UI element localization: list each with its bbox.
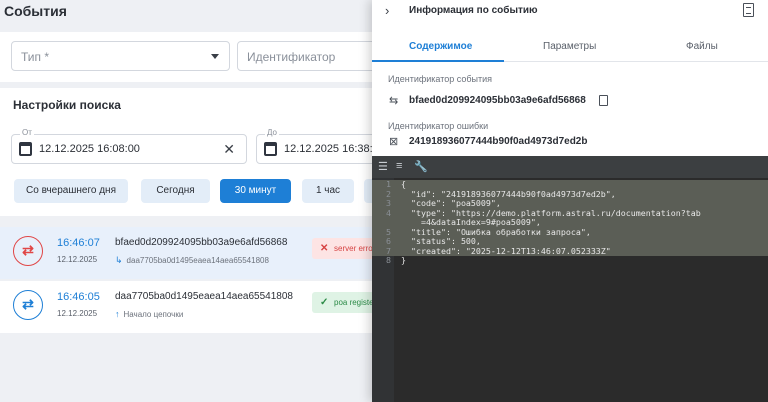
- drawer-tabs: Содержимое Параметры Файлы: [372, 34, 768, 62]
- date-from-value: 12.12.2025 16:08:00: [39, 143, 140, 155]
- date-from-label: От: [20, 128, 34, 137]
- wrench-icon[interactable]: 🔧: [414, 160, 428, 173]
- since-yesterday-button[interactable]: Со вчерашнего дня: [14, 179, 128, 203]
- events-page: События Тип * Идентификатор Настройки по…: [0, 0, 372, 402]
- drawer-header: › Информация по событию: [372, 0, 768, 24]
- identifier-placeholder: Идентификатор: [247, 50, 336, 64]
- type-placeholder: Тип *: [21, 50, 50, 64]
- more-range-button[interactable]: [364, 179, 372, 203]
- error-screen-icon: ⊠: [389, 136, 399, 148]
- error-x-icon: ✕: [320, 243, 329, 254]
- error-id-value: 241918936077444b90f0ad4973d7ed2b: [409, 136, 588, 147]
- event-time: 16:46:07: [57, 237, 100, 249]
- type-select[interactable]: Тип *: [11, 41, 230, 71]
- chain-start-label: Начало цепочки: [123, 310, 184, 319]
- line-text: }: [401, 255, 406, 265]
- search-settings: Настройки поиска От 12.12.2025 16:08:00 …: [0, 88, 372, 216]
- copy-icon[interactable]: [599, 95, 608, 106]
- exchange-icon: ⇄: [13, 290, 43, 320]
- return-arrow-icon: ↳: [115, 255, 123, 265]
- status-badge: ✕ server error: [312, 238, 372, 259]
- document-icon[interactable]: [743, 3, 754, 17]
- drawer-title: Информация по событию: [409, 5, 538, 16]
- line-number: 4: [386, 207, 391, 218]
- event-id: daa7705ba0d1495eaea14aea65541808: [115, 291, 293, 302]
- tab-content[interactable]: Содержимое: [409, 41, 472, 52]
- error-id-label: Идентификатор ошибки: [388, 121, 489, 131]
- clear-icon[interactable]: ✕: [223, 141, 235, 158]
- exchange-icon: ⇄: [13, 236, 43, 266]
- event-id-label: Идентификатор события: [388, 74, 493, 84]
- event-row[interactable]: ⇄ 16:46:05 12.12.2025 daa7705ba0d1495eae…: [0, 281, 372, 333]
- event-parent-id[interactable]: daa7705ba0d1495eaea14aea65541808: [127, 256, 269, 265]
- check-icon: ✓: [320, 297, 329, 308]
- arrow-up-icon: ↑: [115, 309, 120, 319]
- line-number: 8: [386, 255, 391, 265]
- editor-toolbar: ☰ ≡ 🔧: [372, 156, 768, 178]
- search-settings-title: Настройки поиска: [13, 98, 121, 112]
- compact-icon[interactable]: ≡: [396, 160, 402, 172]
- calendar-icon[interactable]: [19, 142, 32, 156]
- status-badge-text: poa registered: [334, 298, 372, 307]
- event-date: 12.12.2025: [57, 255, 98, 264]
- code-line: 7 "created": "2025-12-12T13:46:07.052333…: [372, 245, 768, 256]
- event-time: 16:46:05: [57, 291, 100, 303]
- filters-bar: Тип * Идентификатор: [0, 32, 372, 82]
- active-tab-underline: [372, 60, 504, 62]
- date-to-value: 12.12.2025 16:38:0: [284, 143, 372, 155]
- date-from-field[interactable]: От 12.12.2025 16:08:00 ✕: [11, 128, 247, 164]
- event-parent: ↳ daa7705ba0d1495eaea14aea65541808: [115, 255, 269, 266]
- 1-hour-button[interactable]: 1 час: [302, 179, 354, 203]
- page-title: События: [4, 3, 67, 19]
- format-icon[interactable]: ☰: [378, 160, 388, 173]
- tab-files[interactable]: Файлы: [686, 41, 718, 52]
- event-id: bfaed0d209924095bb03a9e6afd56868: [115, 237, 288, 248]
- code-line: 8}: [372, 255, 768, 266]
- date-to-field[interactable]: До 12.12.2025 16:38:0: [256, 128, 372, 164]
- event-parent: ↑ Начало цепочки: [115, 309, 183, 319]
- 30-minutes-button[interactable]: 30 минут: [220, 179, 291, 203]
- identifier-input[interactable]: Идентификатор: [237, 41, 372, 71]
- tab-parameters[interactable]: Параметры: [543, 41, 596, 52]
- event-id-value: bfaed0d209924095bb03a9e6afd56868: [409, 95, 586, 106]
- date-to-label: До: [265, 128, 279, 137]
- event-info-drawer: › Информация по событию Содержимое Парам…: [372, 0, 768, 402]
- status-badge-text: server error: [334, 244, 372, 253]
- link-icon: ⇆: [389, 95, 399, 107]
- code-content: 1{2 "id": "241918936077444b90f0ad4973d7e…: [372, 179, 768, 266]
- line-text: "created": "2025-12-12T13:46:07.052333Z": [401, 245, 611, 256]
- event-row[interactable]: ⇄ 16:46:07 12.12.2025 bfaed0d209924095bb…: [0, 227, 372, 279]
- event-date: 12.12.2025: [57, 309, 98, 318]
- caret-down-icon: [211, 54, 219, 59]
- today-button[interactable]: Сегодня: [141, 179, 210, 203]
- status-badge: ✓ poa registered: [312, 292, 372, 313]
- chevron-right-icon[interactable]: ›: [385, 3, 389, 18]
- calendar-icon[interactable]: [264, 142, 277, 156]
- code-editor[interactable]: ☰ ≡ 🔧 1{2 "id": "241918936077444b90f0ad4…: [372, 156, 768, 402]
